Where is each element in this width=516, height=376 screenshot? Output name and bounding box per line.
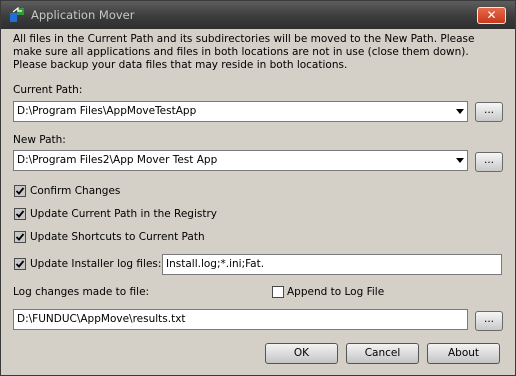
new-path-combobox[interactable]: D:\Program Files2\App Mover Test App xyxy=(13,150,468,171)
update-installer-logs-checkbox[interactable] xyxy=(14,258,26,270)
installer-log-files-input[interactable]: Install.log;*.ini;Fat. xyxy=(162,254,502,275)
update-shortcuts-checkbox[interactable] xyxy=(14,231,26,243)
append-to-log-label[interactable]: Append to Log File xyxy=(287,286,384,298)
log-file-label: Log changes made to file: xyxy=(13,286,150,298)
log-file-input[interactable]: D:\FUNDUC\AppMove\results.txt xyxy=(13,309,468,330)
cancel-button[interactable]: Cancel xyxy=(346,343,419,364)
current-path-label: Current Path: xyxy=(13,84,83,96)
chevron-down-icon[interactable] xyxy=(456,158,464,163)
update-shortcuts-label[interactable]: Update Shortcuts to Current Path xyxy=(30,231,205,243)
application-mover-window: Application Mover ✕ All files in the Cur… xyxy=(0,0,516,376)
checkmark-icon xyxy=(15,233,25,241)
current-path-browse-button[interactable]: ... xyxy=(475,102,503,122)
app-icon xyxy=(10,7,24,22)
confirm-changes-label[interactable]: Confirm Changes xyxy=(30,185,120,197)
close-icon[interactable]: ✕ xyxy=(478,8,505,23)
checkmark-icon xyxy=(15,260,25,268)
log-file-browse-button[interactable]: ... xyxy=(475,311,503,331)
current-path-value: D:\Program Files\AppMoveTestApp xyxy=(17,105,197,117)
checkmark-icon xyxy=(15,187,25,195)
new-path-browse-button[interactable]: ... xyxy=(475,152,503,172)
new-path-label: New Path: xyxy=(13,134,66,146)
title-bar[interactable]: Application Mover ✕ xyxy=(1,1,515,29)
dialog-body: All files in the Current Path and its su… xyxy=(1,29,515,375)
close-button[interactable]: ✕ xyxy=(477,7,506,24)
log-file-value: D:\FUNDUC\AppMove\results.txt xyxy=(17,313,186,325)
about-button[interactable]: About xyxy=(427,343,500,364)
update-installer-logs-label[interactable]: Update Installer log files: xyxy=(30,258,161,270)
confirm-changes-checkbox[interactable] xyxy=(14,185,26,197)
update-registry-checkbox[interactable] xyxy=(14,208,26,220)
current-path-combobox[interactable]: D:\Program Files\AppMoveTestApp xyxy=(13,101,468,122)
window-title: Application Mover xyxy=(31,8,135,22)
append-to-log-checkbox[interactable] xyxy=(272,286,284,298)
installer-log-files-value: Install.log;*.ini;Fat. xyxy=(166,258,265,270)
new-path-value: D:\Program Files2\App Mover Test App xyxy=(17,154,218,166)
ok-button[interactable]: OK xyxy=(265,343,338,364)
description-text: All files in the Current Path and its su… xyxy=(13,33,475,71)
checkmark-icon xyxy=(15,210,25,218)
update-registry-label[interactable]: Update Current Path in the Registry xyxy=(30,208,217,220)
chevron-down-icon[interactable] xyxy=(456,109,464,114)
